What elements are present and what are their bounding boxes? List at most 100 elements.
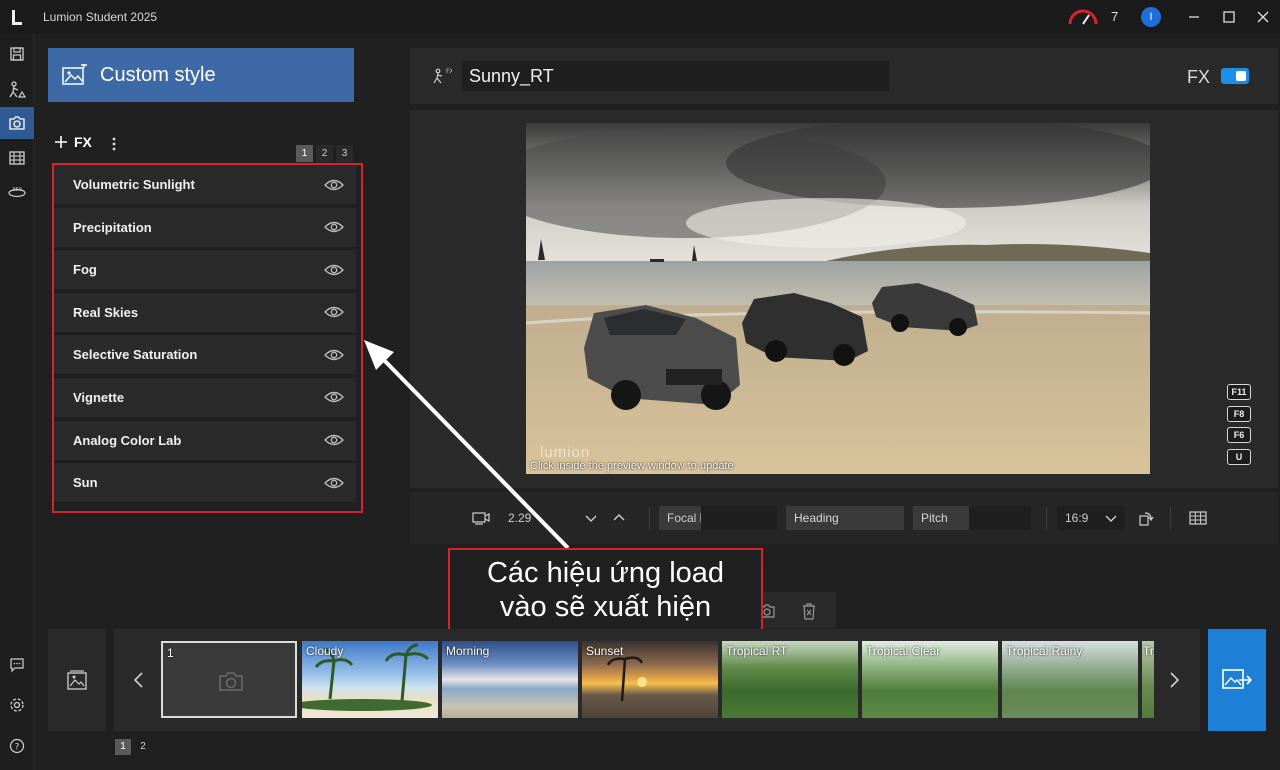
thumbnail-label: Morning <box>446 644 490 658</box>
callout-line-1: Các hiệu ứng load <box>486 557 725 589</box>
thumbnail-tropical-clear[interactable]: Tropical Clear <box>862 641 998 718</box>
chevron-left-icon[interactable] <box>132 671 146 689</box>
effect-item[interactable]: Analog Color Lab <box>54 420 356 460</box>
delete-icon[interactable] <box>801 602 817 620</box>
toolbar-divider <box>1046 507 1047 529</box>
more-options-icon[interactable] <box>110 136 118 152</box>
photo-mode-button[interactable] <box>0 107 34 139</box>
thumbnail-label: Tropical Clear <box>866 644 941 658</box>
pitch-track[interactable] <box>969 506 1031 530</box>
user-avatar[interactable]: I <box>1141 7 1161 27</box>
toolbar-divider <box>1170 507 1171 529</box>
effect-item[interactable]: Volumetric Sunlight <box>54 165 356 204</box>
grid-overlay-icon[interactable] <box>1189 510 1207 526</box>
heading-field[interactable]: Heading <box>786 506 904 530</box>
custom-style-button[interactable]: Custom style <box>48 48 354 102</box>
lumion-window: Lumion Student 2025 7 I 360 ? Custom sty… <box>0 0 1280 770</box>
svg-text:360: 360 <box>12 187 22 193</box>
thumbnail-cloudy[interactable]: Cloudy <box>302 641 438 718</box>
visibility-eye-icon[interactable] <box>324 305 344 319</box>
focal-length-track[interactable] <box>701 506 777 530</box>
preset-thumbnail-strip: 1 Cloudy Morning Sunset Tropical RT Trop… <box>114 629 1200 731</box>
effect-name: Sun <box>73 475 98 491</box>
feedback-button[interactable] <box>3 651 31 679</box>
visibility-eye-icon[interactable] <box>324 263 344 277</box>
visibility-eye-icon[interactable] <box>324 220 344 234</box>
rotate-aspect-icon[interactable] <box>1137 509 1155 527</box>
help-button[interactable]: ? <box>3 732 31 760</box>
maximize-icon[interactable] <box>1220 8 1238 26</box>
visibility-eye-icon[interactable] <box>324 390 344 404</box>
camera-icon <box>219 672 243 691</box>
fx-page-3[interactable]: 3 <box>336 145 353 162</box>
thumbnail-tropical-rt[interactable]: Tropical RT <box>722 641 858 718</box>
effect-name: Analog Color Lab <box>73 432 182 448</box>
effect-name: Selective Saturation <box>73 347 198 363</box>
key-f8[interactable]: F8 <box>1227 406 1251 422</box>
performance-gauge-icon[interactable] <box>1067 9 1099 25</box>
build-mode-button[interactable] <box>3 76 31 104</box>
render-image-icon <box>1222 669 1253 689</box>
close-icon[interactable] <box>1254 8 1272 26</box>
add-fx-button[interactable]: FX <box>54 134 92 150</box>
effect-item[interactable]: Precipitation <box>54 207 356 247</box>
lumion-logo-icon <box>12 10 22 25</box>
visibility-eye-icon[interactable] <box>324 348 344 362</box>
thumbnail-morning[interactable]: Morning <box>442 641 578 718</box>
save-icon <box>10 47 24 61</box>
effect-item[interactable]: Selective Saturation <box>54 335 356 375</box>
app-title: Lumion Student 2025 <box>43 10 158 24</box>
chevron-right-icon[interactable] <box>1167 671 1181 689</box>
gallery-button[interactable] <box>48 629 106 731</box>
settings-button[interactable] <box>3 691 31 719</box>
thumbnail-label: Cloudy <box>306 644 344 658</box>
help-icon: ? <box>9 738 25 754</box>
save-button[interactable] <box>3 40 31 68</box>
fx-toggle[interactable] <box>1221 68 1249 84</box>
key-f6[interactable]: F6 <box>1227 427 1251 443</box>
visibility-eye-icon[interactable] <box>324 476 344 490</box>
chevron-up-icon[interactable] <box>612 511 626 525</box>
svg-text:FX: FX <box>446 68 452 75</box>
thumbnail-label: Tropical Rainy <box>1006 644 1083 658</box>
visibility-eye-icon[interactable] <box>324 433 344 447</box>
thumbnail-page-2[interactable]: 2 <box>135 739 151 755</box>
thumbnail-label: Tropical RT <box>726 644 788 658</box>
thumbnail-page-1[interactable]: 1 <box>115 739 131 755</box>
toolbar-divider <box>649 507 650 529</box>
preset-name-field[interactable]: Sunny_RT <box>462 61 889 91</box>
plus-icon <box>55 136 67 148</box>
movie-mode-button[interactable] <box>3 144 31 172</box>
thumbnail-tropical-rainy[interactable]: Tropical Rainy <box>1002 641 1138 718</box>
annotation-arrow <box>364 340 570 550</box>
fx-page-2[interactable]: 2 <box>316 145 333 162</box>
chevron-down-icon <box>1105 515 1117 522</box>
panorama-mode-button[interactable]: 360 <box>3 178 31 206</box>
preview-window[interactable] <box>526 123 1150 474</box>
visibility-eye-icon[interactable] <box>324 178 344 192</box>
effect-item[interactable]: Sun <box>54 463 356 503</box>
thumbnail-partial[interactable]: Tr <box>1142 641 1154 718</box>
effect-name: Real Skies <box>73 304 139 320</box>
custom-style-label: Custom style <box>100 63 216 86</box>
pitch-field[interactable]: Pitch <box>913 506 969 530</box>
key-u[interactable]: U <box>1227 449 1251 465</box>
thumbnail-label: Tr <box>1143 644 1154 658</box>
notification-count: 7 <box>1111 9 1119 24</box>
callout-line-2: vào sẽ xuất hiện <box>499 591 712 623</box>
effect-item[interactable]: Real Skies <box>54 292 356 332</box>
thumbnail-empty-slot[interactable]: 1 <box>161 641 297 718</box>
chevron-down-icon[interactable] <box>584 511 598 525</box>
effect-name: Volumetric Sunlight <box>73 177 195 192</box>
chat-icon <box>10 658 24 673</box>
effect-item[interactable]: Fog <box>54 250 356 290</box>
minimize-icon[interactable] <box>1185 8 1203 26</box>
render-button[interactable] <box>1208 629 1266 731</box>
fx-page-1[interactable]: 1 <box>296 145 313 162</box>
effect-item[interactable]: Vignette <box>54 377 356 417</box>
left-rail: 360 ? <box>0 34 34 770</box>
thumbnail-sunset[interactable]: Sunset <box>582 641 718 718</box>
thumbnail-label: 1 <box>167 646 174 660</box>
key-f11[interactable]: F11 <box>1227 384 1251 400</box>
effect-name: Fog <box>73 262 97 278</box>
